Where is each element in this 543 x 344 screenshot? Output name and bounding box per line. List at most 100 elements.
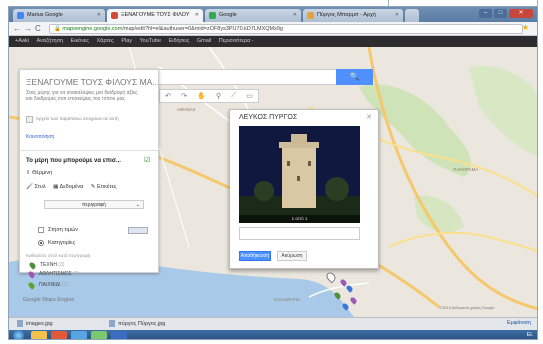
map-copyright[interactable]: ©2013 Δεδομένα χάρτη Google: [439, 305, 495, 310]
ie-icon[interactable]: [71, 331, 87, 339]
legend-pin-icon[interactable]: [28, 261, 37, 270]
color-ramp-select[interactable]: [128, 227, 148, 234]
save-button[interactable]: Αποθήκευση: [239, 251, 271, 261]
import-icon: ⇩: [26, 170, 31, 176]
close-icon[interactable]: ✕: [293, 12, 297, 18]
search-button[interactable]: 🔍: [336, 69, 373, 85]
minimize-button[interactable]: –: [479, 9, 492, 18]
cancel-button[interactable]: Ακύρωση: [277, 251, 307, 261]
url-bar[interactable]: 🔒 mapsengine.google.com/map/edit?hl=el&a…: [49, 24, 523, 34]
close-icon[interactable]: ✕: [195, 12, 199, 18]
map-label: ΚΑΛΑΜΑΡΙΑ: [274, 297, 301, 302]
photo-caption: 1 από 1: [239, 215, 360, 223]
map-credit: Google Maps Engine: [23, 297, 75, 303]
gbar-link[interactable]: Gmail: [197, 38, 211, 44]
search-icon: 🔍: [349, 72, 360, 81]
legend-item[interactable]: ΤΕΧΝΗ (3): [40, 262, 64, 268]
option-checkbox[interactable]: [38, 227, 44, 233]
ruler-icon[interactable]: ▭: [246, 92, 253, 100]
gbar-link[interactable]: YouTube: [139, 38, 161, 44]
layers-panel: ΞΕΝΑΓΟΥΜΕ ΤΟΥΣ ΦΙΛΟΥΣ ΜΑ... Στας μέρης γ…: [19, 69, 159, 273]
marker-icon[interactable]: ⚲: [216, 92, 221, 100]
close-window-button[interactable]: ✕: [509, 9, 533, 18]
close-icon[interactable]: ✕: [97, 12, 101, 18]
description-input[interactable]: [239, 227, 360, 240]
import-label: Θέρμινη: [32, 170, 53, 176]
option-label: Στήση τιμών: [48, 227, 78, 233]
share-link[interactable]: Κοινοποίηση: [26, 134, 54, 140]
map-label: ΑΘΗΝΑΣ: [177, 107, 196, 112]
gbar-link[interactable]: Αναζήτηση: [36, 38, 63, 44]
map-canvas[interactable]: ΑΘΗΝΑΣ ΠΑΝΟΡΑΜΑ ΚΑΛΑΜΑΡΙΑ 🔍 ↶ ↷ ✋ ⚲ ⟋ ▭ …: [9, 47, 537, 317]
categories-radio[interactable]: [38, 240, 44, 246]
tab-2-active[interactable]: ΞΕΝΑΓΟΥΜΕ ΤΟΥΣ ΦΙΛΟΥ ✕: [107, 9, 203, 22]
labels-tool[interactable]: ✎ Ετικέτες: [91, 184, 117, 190]
show-all-downloads[interactable]: Εμφάνιση: [507, 320, 531, 326]
tab-label: ΞΕΝΑΓΟΥΜΕ ΤΟΥΣ ΦΙΛΟΥ: [121, 12, 190, 18]
map-title[interactable]: ΞΕΝΑΓΟΥΜΕ ΤΟΥΣ ΦΙΛΟΥΣ ΜΑ...: [26, 77, 158, 87]
reload-icon[interactable]: C: [35, 24, 41, 33]
url-path: /map/edit?hl=el&authuser=0&mid=zOF8ys3PU…: [122, 26, 283, 32]
labels-label: Ετικέτες: [97, 184, 117, 190]
layer-title[interactable]: Το μέρη που μπορούμε να επισ...: [26, 158, 121, 164]
legend-item[interactable]: ΠΑΙΧΝΙΔΙ (3): [39, 282, 68, 288]
white-tower-image: [239, 126, 360, 223]
style-hint: Καθορίστε στυλ κατά περιγραφή: [26, 253, 91, 258]
tab-favicon: [17, 12, 24, 19]
word-icon[interactable]: [111, 331, 127, 339]
style-tool[interactable]: 🖌 Στυλ: [26, 184, 46, 190]
line-icon[interactable]: ⟋: [231, 92, 236, 100]
document-icon: [26, 116, 33, 123]
maximize-button[interactable]: □: [494, 9, 507, 18]
close-icon[interactable]: ✕: [366, 113, 372, 121]
chevron-down-icon: ⌄: [135, 202, 140, 208]
gbar-link[interactable]: Χάρτες: [97, 38, 114, 44]
url-host: mapsengine.google.com: [62, 26, 123, 32]
style-label: Στυλ: [34, 184, 46, 190]
undo-icon[interactable]: ↶: [165, 92, 171, 100]
redo-icon[interactable]: ↷: [181, 92, 187, 100]
legend-item[interactable]: ΑΘΛΗΤΙΣΜΟΣ (3): [39, 271, 79, 277]
style-select[interactable]: περιγραφή ⌄: [44, 200, 144, 209]
download-item[interactable]: images.jpg: [17, 320, 53, 327]
tab-favicon: [307, 12, 314, 19]
tab-1[interactable]: Marius Google ✕: [13, 9, 105, 22]
address-toolbar: ← → C 🔒 mapsengine.google.com/map/edit?h…: [9, 22, 537, 36]
tab-3[interactable]: Google ✕: [205, 9, 301, 22]
tab-favicon: [111, 12, 118, 19]
import-row[interactable]: ⇩ Θέρμινη: [26, 170, 52, 176]
star-icon[interactable]: ★: [522, 23, 529, 32]
style-select-value: περιγραφή: [82, 202, 106, 208]
gbar-link[interactable]: Ειδήσεις: [169, 38, 190, 44]
explorer-icon[interactable]: [31, 331, 47, 339]
media-icon[interactable]: [91, 331, 107, 339]
back-arrow-icon[interactable]: ←: [13, 24, 21, 33]
gbar-link[interactable]: Εικόνες: [71, 38, 90, 44]
close-icon[interactable]: ✕: [395, 12, 399, 18]
google-bar: +Aaki Αναζήτηση Εικόνες Χάρτες Play YouT…: [9, 36, 537, 47]
tab-label: Marius Google: [27, 12, 63, 18]
download-filename: πύργος Πύργος.jpg: [118, 320, 166, 327]
forward-arrow-icon[interactable]: →: [24, 24, 32, 33]
tower-photo[interactable]: 1 από 1: [239, 126, 360, 223]
taskbar: EL: [9, 330, 537, 339]
download-item[interactable]: πύργος Πύργος.jpg: [109, 320, 165, 327]
checkbox-checked-icon[interactable]: ☑: [144, 156, 150, 164]
tab-4[interactable]: Πύργος Μπαρμπ - Αρχή ✕: [303, 9, 403, 22]
chrome-icon[interactable]: [51, 331, 67, 339]
gbar-link[interactable]: +Aaki: [15, 38, 29, 44]
map-description[interactable]: Στας μέρης για να ανακαλύψεις μια διαδρο…: [26, 90, 138, 102]
info-title[interactable]: ΛΕΥΚΟΣ ΠΥΡΓΟΣ: [239, 114, 297, 121]
layer-tools: 🖌 Στυλ ▦ Δεδομένα ✎ Ετικέτες: [26, 184, 123, 190]
data-tool[interactable]: ▦ Δεδομένα: [53, 184, 83, 190]
system-tray-language[interactable]: EL: [527, 332, 533, 338]
hand-icon[interactable]: ✋: [197, 92, 206, 100]
lock-icon: 🔒: [54, 26, 61, 32]
info-window: ΛΕΥΚΟΣ ΠΥΡΓΟΣ ✕ 1 από 1 Αποθήκευση Ακύρω…: [229, 109, 379, 269]
gbar-link[interactable]: Play: [121, 38, 132, 44]
start-button[interactable]: [13, 330, 24, 339]
new-tab-button[interactable]: [405, 9, 419, 22]
categories-label: Κατηγορίες: [48, 240, 76, 246]
map-note: Αρχείο των παραπάνω στοιχείων σε αυτή: [36, 116, 119, 121]
gbar-link[interactable]: Περισσότερα -: [219, 38, 254, 44]
